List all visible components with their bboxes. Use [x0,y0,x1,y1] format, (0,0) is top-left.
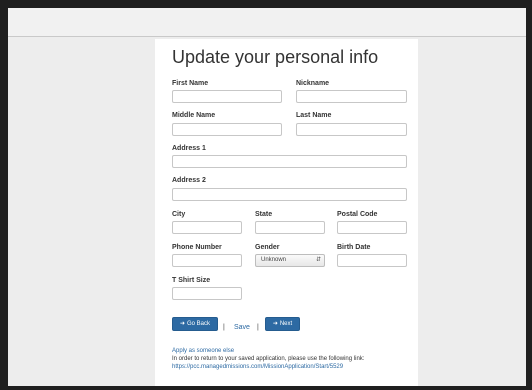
phone-input[interactable] [172,254,242,267]
save-link[interactable]: Save [234,324,250,331]
address1-label: Address 1 [172,145,206,152]
select-arrows-icon: ⇵ [315,257,321,263]
apply-as-someone-else-link[interactable]: Apply as someone else [172,348,234,354]
state-label: State [255,211,273,218]
last-name-label: Last Name [296,112,332,119]
last-name-input[interactable] [296,123,407,136]
address1-input[interactable] [172,155,407,168]
go-back-button[interactable]: ➜ Go Back [172,317,218,331]
action-separator: | [223,324,225,331]
return-instructions-text: In order to return to your saved applica… [172,356,365,362]
birth-date-input[interactable] [337,254,407,267]
postal-code-label: Postal Code [337,211,378,218]
gender-select[interactable]: Unknown ⇵ [255,254,325,267]
first-name-input[interactable] [172,90,282,103]
middle-name-label: Middle Name [172,112,216,119]
nickname-input[interactable] [296,90,407,103]
action-separator: | [257,324,259,331]
tshirt-size-label: T Shirt Size [172,277,211,284]
arrow-left-icon: ➜ [179,321,185,327]
arrow-right-icon: ➜ [272,321,278,327]
nickname-label: Nickname [296,80,330,87]
city-label: City [172,211,186,218]
return-application-link[interactable]: https://pcc.managedmissions.com/MissionA… [172,364,343,370]
next-label: Next [279,321,293,327]
phone-label: Phone Number [172,244,222,251]
gender-selected-value: Unknown [261,257,287,263]
go-back-label: Go Back [187,321,211,327]
tshirt-size-input[interactable] [172,287,242,300]
postal-code-input[interactable] [337,221,407,234]
address2-input[interactable] [172,188,407,201]
address2-label: Address 2 [172,177,206,184]
page-title: Update your personal info [172,47,379,67]
gender-label: Gender [255,244,280,251]
personal-info-form: Update your personal info First Name Nic… [155,39,418,386]
birth-date-label: Birth Date [337,244,371,251]
top-bar [8,8,526,37]
middle-name-input[interactable] [172,123,282,136]
next-button[interactable]: ➜ Next [265,317,300,331]
city-input[interactable] [172,221,242,234]
browser-content-area: Update your personal info First Name Nic… [8,8,526,386]
first-name-label: First Name [172,80,209,87]
state-input[interactable] [255,221,325,234]
